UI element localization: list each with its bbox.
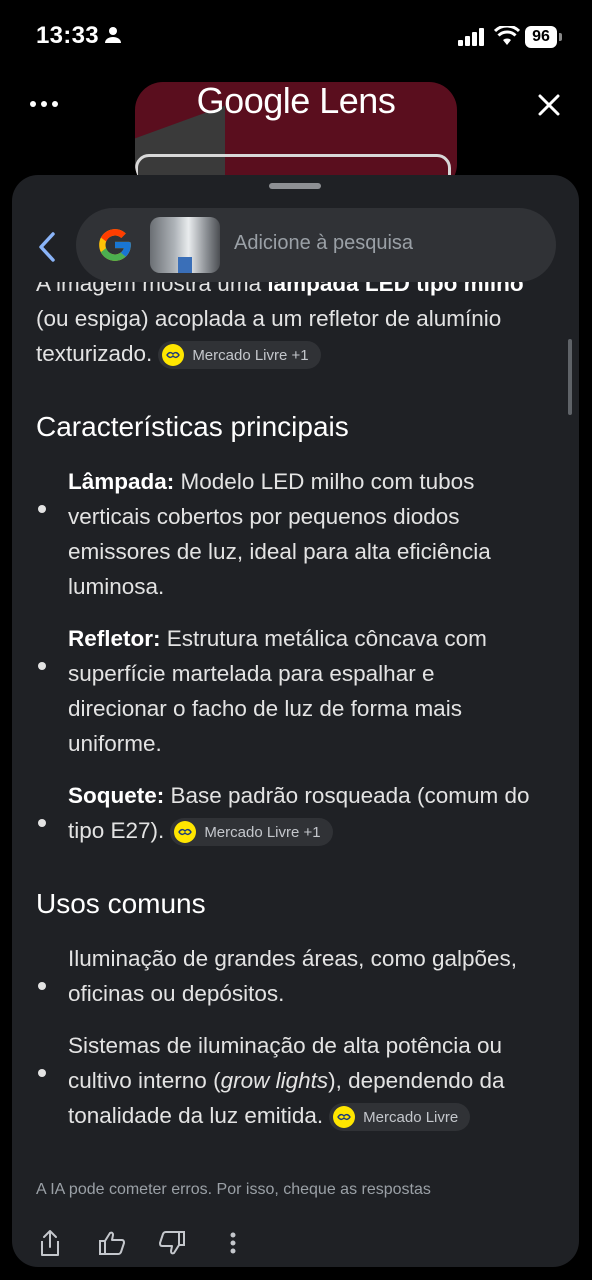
handshake-icon bbox=[162, 344, 185, 367]
list-item: Sistemas de iluminação de alta potência … bbox=[68, 1028, 560, 1133]
bullet-text: emissores de luz, ideal para alta eficiê… bbox=[68, 539, 491, 564]
intro-line-1: A imagem mostra uma lâmpada LED tipo mil… bbox=[36, 282, 524, 301]
bullet-dot bbox=[38, 662, 46, 670]
thumbs-up-icon bbox=[99, 1231, 125, 1255]
source-chip[interactable]: Mercado Livre +1 bbox=[158, 341, 321, 370]
ai-overview-content: A imagem mostra uma lâmpada LED tipo mil… bbox=[12, 282, 579, 1222]
wifi-icon bbox=[493, 24, 521, 51]
section-heading: Características principais bbox=[36, 411, 349, 442]
intro-line-3: texturizado. Mercado Livre +1 bbox=[36, 336, 321, 371]
bullet-text: Estrutura metálica côncava com bbox=[160, 626, 487, 651]
bullet-text: ), dependendo da bbox=[328, 1068, 505, 1093]
intro-text: A imagem mostra uma bbox=[36, 282, 268, 296]
more-vert-icon bbox=[230, 1232, 236, 1254]
list-item: Lâmpada: Modelo LED milho com tubos vert… bbox=[68, 464, 560, 604]
close-button[interactable] bbox=[530, 86, 568, 124]
status-time: 13:33 bbox=[36, 22, 99, 49]
bullet-text: superfície martelada para espalhar e bbox=[68, 661, 435, 686]
bullet-dot bbox=[38, 982, 46, 990]
source-chip[interactable]: Mercado Livre bbox=[329, 1103, 471, 1132]
status-bar: 13:33 96 bbox=[0, 0, 592, 76]
bullet-label: Refletor: bbox=[68, 626, 161, 651]
thumbs-down-button[interactable] bbox=[154, 1225, 190, 1261]
source-chip[interactable]: Mercado Livre +1 bbox=[170, 818, 333, 847]
bullet-text: Iluminação de grandes áreas, como galpõe… bbox=[68, 946, 518, 971]
bullet-text: Base padrão rosqueada (comum do bbox=[164, 783, 530, 808]
thumbs-down-icon bbox=[159, 1231, 185, 1255]
back-button[interactable] bbox=[32, 227, 62, 267]
bullet-dot bbox=[38, 819, 46, 827]
battery-level: 96 bbox=[525, 26, 557, 48]
search-bar[interactable]: Adicione à pesquisa bbox=[76, 208, 556, 282]
app-title: Google Lens bbox=[196, 80, 396, 121]
thumbnail-bulb-base bbox=[178, 257, 192, 273]
handshake-icon bbox=[174, 821, 197, 844]
share-icon bbox=[41, 1230, 59, 1256]
bullet-text: direcionar o facho de luz de forma mais bbox=[68, 696, 462, 721]
bullet-text: uniforme. bbox=[68, 731, 162, 756]
intro-line-3-text: texturizado. bbox=[36, 341, 153, 366]
bullet-text: Sistemas de iluminação de alta potência … bbox=[68, 1033, 503, 1058]
search-placeholder[interactable]: Adicione à pesquisa bbox=[234, 232, 413, 255]
bullet-text: tipo E27). bbox=[68, 818, 165, 843]
bullet-label: Lâmpada: bbox=[68, 469, 175, 494]
chip-label: Mercado Livre bbox=[363, 1108, 459, 1126]
bullet-dot bbox=[38, 505, 46, 513]
list-item: Iluminação de grandes áreas, como galpõe… bbox=[68, 941, 560, 1011]
bullet-text: cultivo interno ( bbox=[68, 1068, 221, 1093]
chip-label: Mercado Livre +1 bbox=[204, 823, 321, 841]
more-actions-button[interactable] bbox=[215, 1225, 251, 1261]
battery-tip bbox=[559, 33, 562, 41]
thumbs-up-button[interactable] bbox=[94, 1225, 130, 1261]
ai-disclaimer: A IA pode cometer erros. Por isso, chequ… bbox=[36, 1181, 431, 1198]
list-item: Refletor: Estrutura metálica côncava com… bbox=[68, 621, 560, 761]
close-icon bbox=[538, 94, 560, 116]
signal-icon bbox=[458, 28, 486, 51]
battery-indicator: 96 bbox=[525, 26, 563, 48]
google-g-icon bbox=[96, 226, 134, 269]
query-image-thumbnail[interactable] bbox=[150, 217, 220, 273]
person-icon bbox=[104, 26, 122, 49]
list-item: Soquete: Base padrão rosqueada (comum do… bbox=[68, 778, 560, 848]
section-heading: Usos comuns bbox=[36, 888, 206, 919]
bullet-text: tonalidade da luz emitida. bbox=[68, 1103, 324, 1128]
drag-handle[interactable] bbox=[269, 183, 321, 189]
bullet-text: Modelo LED milho com tubos bbox=[174, 469, 475, 494]
chip-label: Mercado Livre +1 bbox=[192, 346, 309, 364]
bullet-italic: grow lights bbox=[220, 1068, 329, 1093]
bullet-dot bbox=[38, 1069, 46, 1077]
bullet-text: luminosa. bbox=[68, 574, 165, 599]
intro-bold: lâmpada LED tipo milho bbox=[267, 282, 524, 296]
back-arrow-icon bbox=[39, 232, 55, 262]
bullet-text: verticais cobertos por pequenos diodos bbox=[68, 504, 460, 529]
bullet-text: oficinas ou depósitos. bbox=[68, 981, 285, 1006]
share-button[interactable] bbox=[32, 1225, 68, 1261]
handshake-icon bbox=[333, 1106, 356, 1129]
results-sheet: Adicione à pesquisa A imagem mostra uma … bbox=[12, 175, 579, 1267]
bullet-label: Soquete: bbox=[68, 783, 165, 808]
intro-line-2: (ou espiga) acoplada a um refletor de al… bbox=[36, 306, 502, 331]
